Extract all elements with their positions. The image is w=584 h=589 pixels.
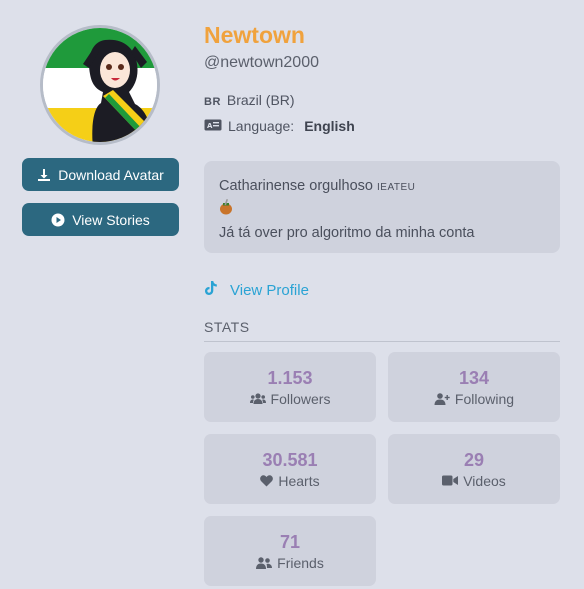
country-name: Brazil (BR) [226, 92, 295, 108]
stats-heading: STATS [204, 319, 250, 335]
hearts-count: 30.581 [262, 449, 318, 470]
following-label: Following [454, 390, 515, 407]
language-icon: A [204, 118, 222, 134]
bio-line-2 [219, 199, 545, 222]
play-circle-icon [51, 213, 65, 227]
tiktok-icon [204, 280, 218, 300]
videos-label: Videos [463, 472, 506, 489]
country-row: BR Brazil (BR) [204, 92, 295, 108]
download-avatar-label: Download Avatar [58, 166, 164, 183]
stat-videos: 29 Videos [388, 434, 560, 504]
followers-label: Followers [270, 390, 331, 407]
users-icon [249, 392, 266, 404]
profile-handle: @newtown2000 [204, 54, 319, 71]
stat-hearts: 30.581 Hearts [204, 434, 376, 504]
language-value: English [304, 118, 355, 134]
stat-friends: 71 Friends [204, 516, 376, 586]
followers-label-row: Followers [249, 390, 331, 407]
bio-text-1: Catharinense orgulhoso [219, 178, 373, 194]
stat-followers: 1.153 Followers [204, 352, 376, 422]
hearts-label-row: Hearts [260, 472, 320, 489]
view-stories-label: View Stories [72, 211, 150, 228]
followers-count: 1.153 [267, 367, 313, 388]
download-avatar-button[interactable]: Download Avatar [22, 158, 179, 191]
user-friends-icon [256, 556, 273, 569]
stats-divider [204, 341, 560, 342]
language-row: A Language: English [204, 118, 355, 134]
bio-text-1-small: IEATEU [377, 182, 416, 193]
profile-page: Download Avatar View Stories Newtown @ne… [0, 0, 584, 589]
svg-text:A: A [207, 122, 213, 130]
user-plus-icon [434, 392, 450, 405]
heart-icon [260, 474, 274, 486]
friends-label-row: Friends [256, 555, 324, 571]
hearts-label: Hearts [278, 472, 320, 489]
avatar [40, 25, 160, 145]
stat-following: 134 Following [388, 352, 560, 422]
videos-label-row: Videos [442, 473, 506, 489]
following-count: 134 [458, 367, 490, 388]
view-profile-label: View Profile [230, 281, 309, 299]
bio-line-3: Já tá over pro algoritmo da minha conta [219, 225, 475, 241]
video-icon [442, 475, 459, 486]
videos-count: 29 [463, 449, 485, 470]
following-label-row: Following [434, 391, 514, 407]
view-profile-link[interactable]: View Profile [204, 280, 309, 300]
language-label: Language: [228, 118, 295, 134]
friends-label: Friends [277, 554, 324, 571]
country-code: BR [204, 96, 221, 108]
bio-line-1: Catharinense orgulhoso IEATEU [219, 175, 545, 199]
bio-box: Catharinense orgulhoso IEATEU Já tá over… [204, 161, 560, 253]
friends-count: 71 [279, 531, 301, 552]
view-stories-button[interactable]: View Stories [22, 203, 179, 236]
profile-name: Newtown [204, 22, 305, 48]
mate-gourd-icon [219, 199, 233, 222]
download-icon [37, 168, 51, 182]
